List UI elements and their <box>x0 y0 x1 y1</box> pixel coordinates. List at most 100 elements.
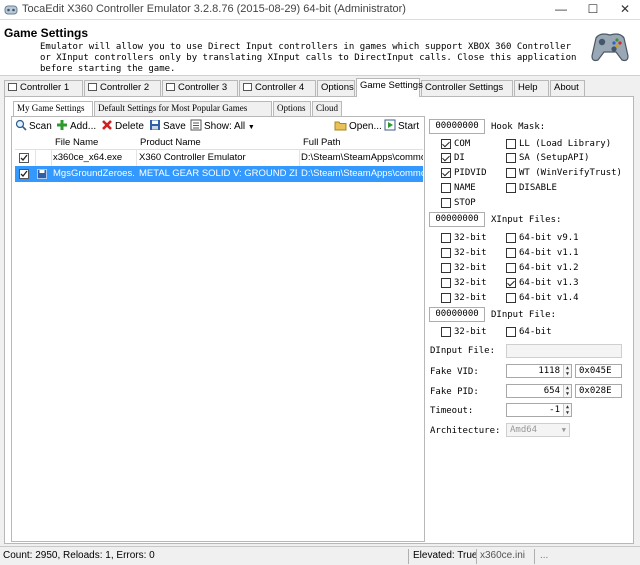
architecture-select[interactable]: Amd64 ▼ <box>506 423 570 437</box>
status-bar: Count: 2950, Reloads: 1, Errors: 0 Eleva… <box>0 546 640 565</box>
xinput-32bit-label: 32-bit <box>454 233 487 243</box>
xinput-32bit-label: 32-bit <box>454 278 487 288</box>
table-row[interactable]: x360ce_x64.exe X360 Controller Emulator … <box>15 150 423 166</box>
fake-pid-spinner[interactable]: ▲ ▼ <box>563 385 571 397</box>
hook-stop-checkbox[interactable] <box>441 198 451 208</box>
grid-header: File Name Product Name Full Path <box>15 135 423 150</box>
fake-pid-input[interactable]: 654 ▲ ▼ <box>506 384 572 398</box>
status-extra: ... <box>540 550 549 561</box>
dinput-file-title: DInput File: <box>491 310 557 320</box>
tab-help[interactable]: Help <box>514 80 549 96</box>
dinput-file-button[interactable]: 00000000 <box>429 307 485 322</box>
row-enabled-checkbox[interactable] <box>19 153 29 163</box>
hook-sa-checkbox[interactable] <box>506 153 516 163</box>
subtab-default-settings[interactable]: Default Settings for Most Popular Games <box>94 101 272 116</box>
hook-name-checkbox[interactable] <box>441 183 451 193</box>
hook-mask-button[interactable]: 00000000 <box>429 119 485 134</box>
xinput-64bit-v13-checkbox[interactable] <box>506 278 516 288</box>
xinput-64bit-v12-checkbox[interactable] <box>506 263 516 273</box>
full-path-cell: D:\Steam\SteamApps\common\Me <box>301 152 423 163</box>
dinput-file-input[interactable] <box>506 344 622 358</box>
tab-controller-1[interactable]: Controller 1 <box>4 80 83 96</box>
games-grid: File Name Product Name Full Path x360ce_… <box>15 135 423 183</box>
file-name-cell: x360ce_x64.exe <box>53 152 123 163</box>
minimize-button[interactable]: — <box>546 0 576 20</box>
show-filter-dropdown[interactable]: Show: All ▼ <box>190 119 255 133</box>
maximize-button[interactable]: ☐ <box>578 0 608 20</box>
xinput-files-button[interactable]: 00000000 <box>429 212 485 227</box>
close-button[interactable]: ✕ <box>610 0 640 20</box>
hook-di-checkbox[interactable] <box>441 153 451 163</box>
xinput-64bit-v11-checkbox[interactable] <box>506 248 516 258</box>
xinput-32bit-checkbox[interactable] <box>441 278 451 288</box>
controller-icon <box>8 83 17 91</box>
xinput-32bit-checkbox[interactable] <box>441 248 451 258</box>
add-button[interactable]: Add... <box>56 119 96 133</box>
column-file-name[interactable]: File Name <box>55 137 98 148</box>
dinput-32bit-label: 32-bit <box>454 327 487 337</box>
tab-controller-settings[interactable]: Controller Settings <box>421 80 513 96</box>
xinput-64bit-v13-label: 64-bit v1.3 <box>519 278 579 288</box>
hook-wt-checkbox[interactable] <box>506 168 516 178</box>
header-description: Emulator will allow you to use Direct In… <box>40 42 577 74</box>
xinput-32bit-label: 32-bit <box>454 263 487 273</box>
status-ini-file: x360ce.ini <box>480 550 526 561</box>
hook-com-checkbox[interactable] <box>441 139 451 149</box>
tab-controller-2[interactable]: Controller 2 <box>84 80 161 96</box>
dinput-64bit-label: 64-bit <box>519 327 552 337</box>
status-elevated: Elevated: True <box>413 550 478 561</box>
start-button[interactable]: Start <box>384 119 419 133</box>
hook-pidvid-checkbox[interactable] <box>441 168 451 178</box>
folder-icon <box>334 121 347 131</box>
header-title: Game Settings <box>4 26 89 40</box>
hook-di-label: DI <box>454 153 465 163</box>
fake-vid-hex: 0x045E <box>575 364 622 378</box>
xinput-64bit-v91-checkbox[interactable] <box>506 233 516 243</box>
hook-name-label: NAME <box>454 183 476 193</box>
table-row[interactable]: MgsGroundZeroes.exe METAL GEAR SOLID V: … <box>15 166 423 182</box>
delete-button[interactable]: Delete <box>101 119 144 133</box>
open-button[interactable]: Open... <box>334 119 382 133</box>
controller-icon <box>243 83 252 91</box>
subtab-cloud[interactable]: Cloud <box>312 101 342 116</box>
column-product-name[interactable]: Product Name <box>140 137 201 148</box>
subtab-options[interactable]: Options <box>273 101 311 116</box>
save-icon <box>37 169 47 179</box>
column-full-path[interactable]: Full Path <box>303 137 341 148</box>
xinput-32bit-checkbox[interactable] <box>441 263 451 273</box>
fake-vid-spinner[interactable]: ▲ ▼ <box>563 365 571 377</box>
subtab-my-game-settings[interactable]: My Game Settings <box>13 101 93 116</box>
save-button[interactable]: Save <box>149 119 186 133</box>
hook-disable-label: DISABLE <box>519 183 557 193</box>
full-path-cell: D:\Steam\SteamApps\common\Me <box>301 168 423 179</box>
fake-vid-input[interactable]: 1118 ▲ ▼ <box>506 364 572 378</box>
product-name-cell: X360 Controller Emulator <box>139 152 246 163</box>
xinput-32bit-checkbox[interactable] <box>441 293 451 303</box>
timeout-spinner[interactable]: ▲ ▼ <box>563 404 571 416</box>
dinput-32bit-checkbox[interactable] <box>441 327 451 337</box>
chevron-down-icon: ▼ <box>561 426 566 434</box>
fake-pid-label: Fake PID: <box>430 387 479 397</box>
status-counts: Count: 2950, Reloads: 1, Errors: 0 <box>3 550 155 561</box>
xinput-32bit-label: 32-bit <box>454 293 487 303</box>
row-enabled-checkbox[interactable] <box>19 169 29 179</box>
scan-button[interactable]: Scan <box>15 119 52 133</box>
tab-controller-4[interactable]: Controller 4 <box>239 80 316 96</box>
hook-ll-checkbox[interactable] <box>506 139 516 149</box>
xinput-64bit-v14-label: 64-bit v1.4 <box>519 293 579 303</box>
tab-game-settings[interactable]: Game Settings <box>356 78 423 97</box>
tab-controller-3[interactable]: Controller 3 <box>162 80 238 96</box>
dinput-64bit-checkbox[interactable] <box>506 327 516 337</box>
save-icon <box>150 120 160 130</box>
timeout-input[interactable]: -1 ▲ ▼ <box>506 403 572 417</box>
hook-disable-checkbox[interactable] <box>506 183 516 193</box>
tab-about[interactable]: About <box>550 80 585 96</box>
xinput-32bit-checkbox[interactable] <box>441 233 451 243</box>
xinput-64bit-v14-checkbox[interactable] <box>506 293 516 303</box>
header-panel: Game Settings Emulator will allow you to… <box>0 20 640 76</box>
controller-icon <box>88 83 97 91</box>
xinput-64bit-v91-label: 64-bit v9.1 <box>519 233 579 243</box>
hook-wt-label: WT (WinVerifyTrust) <box>519 168 622 178</box>
tab-options[interactable]: Options <box>317 80 355 96</box>
app-icon <box>4 5 18 15</box>
